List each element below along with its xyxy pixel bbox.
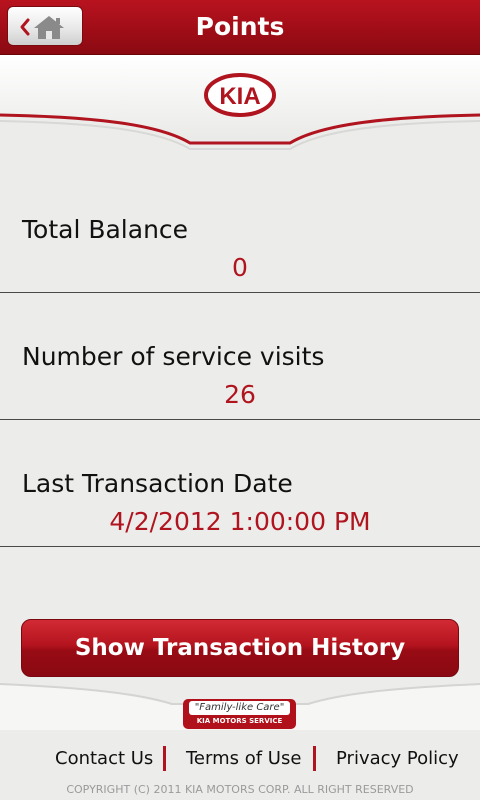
terms-of-use-link[interactable]: Terms of Use	[186, 748, 301, 769]
badge-tagline: "Family-like Care"	[189, 701, 290, 715]
family-like-care-badge: "Family-like Care" KIA MOTORS SERVICE	[183, 699, 296, 729]
footer-links: Contact Us Terms of Use Privacy Policy	[0, 740, 480, 780]
show-transaction-history-button[interactable]: Show Transaction History	[21, 619, 459, 677]
total-balance-row: Total Balance 0	[0, 165, 480, 293]
last-transaction-label: Last Transaction Date	[22, 469, 293, 498]
title-bar: Points	[0, 0, 480, 55]
last-transaction-row: Last Transaction Date 4/2/2012 1:00:00 P…	[0, 419, 480, 547]
kia-logo-header: KIA	[0, 55, 480, 155]
service-visits-value: 26	[224, 380, 256, 409]
last-transaction-value: 4/2/2012 1:00:00 PM	[109, 507, 371, 536]
link-divider	[163, 746, 166, 771]
page-title: Points	[195, 12, 285, 41]
total-balance-label: Total Balance	[22, 215, 189, 244]
kia-logo-text: KIA	[219, 83, 260, 110]
link-divider	[313, 746, 316, 771]
total-balance-value: 0	[232, 253, 248, 282]
service-visits-label: Number of service visits	[22, 342, 325, 371]
service-visits-row: Number of service visits 26	[0, 292, 480, 420]
badge-service-text: KIA MOTORS SERVICE	[196, 717, 283, 725]
privacy-policy-link[interactable]: Privacy Policy	[336, 748, 459, 769]
copyright-text: COPYRIGHT (C) 2011 KIA MOTORS CORP. ALL …	[66, 783, 414, 796]
contact-us-link[interactable]: Contact Us	[55, 748, 153, 769]
kia-logo: KIA	[204, 73, 276, 117]
